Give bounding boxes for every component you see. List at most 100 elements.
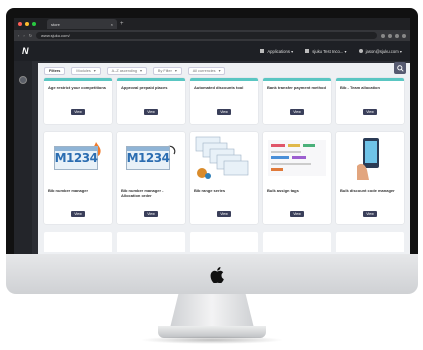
screen: store × + ‹ › ↻ www.sjuku.com/ N Applica… [14,18,410,254]
minimize-window-icon[interactable] [25,22,29,26]
module-thumbnail [263,132,331,184]
grid-icon [260,49,265,54]
user-menu[interactable]: jason@sjuku.com ▾ [358,48,402,54]
module-thumbnail: M1234 [44,132,112,184]
store-selector[interactable]: sjuku Test Inco... ▾ [305,48,347,54]
filter-bar: Filters Modules ▾ A–Z ascending ▾ By Filte… [38,63,410,78]
module-card [117,232,185,252]
chevron-down-icon: ▾ [174,69,177,73]
apple-logo-icon [210,267,224,283]
sidebar-toggle-button[interactable] [19,76,27,84]
module-card: Bank transfer payment method View [263,78,331,124]
bib-plate-image: M1234 [126,146,170,170]
view-button[interactable]: View [290,211,304,217]
module-title: Bank transfer payment method [267,85,326,90]
module-card: M1234 Bib number manager - Allocation or… [117,132,185,224]
chevron-down-icon: ▾ [218,69,221,73]
module-thumbnail [336,132,404,184]
filter-chip-sort[interactable]: A–Z ascending ▾ [106,66,147,75]
module-card: Age restrict your competitions View [44,78,112,124]
store-label: sjuku Test Inco... [312,48,344,54]
view-button[interactable]: View [363,109,377,115]
extension-icon[interactable] [395,33,399,38]
user-email: jason@sjuku.com [365,48,399,54]
view-button[interactable]: View [217,109,231,115]
module-thumbnail [190,132,258,184]
view-button[interactable]: View [217,211,231,217]
back-icon[interactable]: ‹ [18,33,19,38]
view-button[interactable]: View [363,211,377,217]
close-tab-icon[interactable]: × [111,22,113,27]
url-text: www.sjuku.com/ [41,33,70,38]
filter-chip-modules[interactable]: Modules ▾ [71,66,101,75]
header-menu: Applications ▾ sjuku Test Inco... ▾ jaso… [260,49,402,54]
module-card: Bulk assign tags View [263,132,331,224]
search-icon [396,64,404,72]
view-button[interactable]: View [144,211,158,217]
plate-strip [55,147,97,151]
bib-plate-image: M1234 [54,146,98,170]
filter-chip-filters[interactable]: Filters [44,66,66,75]
module-title: Automated discounts tool [194,85,244,90]
module-title: Bib number manager [48,188,89,193]
module-title: Age restrict your competitions [48,85,107,90]
chevron-down-icon: ▾ [93,69,96,73]
module-card: M1234 Bib number manager View [44,132,112,224]
filter-label: By Filter [157,68,172,73]
module-card: Bulk discount code manager View [336,132,404,224]
plate-text: M1234 [126,151,170,165]
phone-in-hand-image [357,138,379,180]
address-bar[interactable]: www.sjuku.com/ [36,32,377,39]
sidebar [14,61,32,254]
new-tab-icon[interactable]: + [120,21,124,27]
filter-label: Modules [76,68,91,73]
monitor-stand-neck [170,294,254,328]
filter-label: Filters [49,68,61,73]
view-button[interactable]: View [71,211,85,217]
maximize-window-icon[interactable] [32,22,36,26]
view-button[interactable]: View [290,109,304,115]
module-grid-row-2: M1234 Bib number manager View M1234 Bib … [38,132,410,224]
extension-icon[interactable] [388,33,392,38]
module-thumbnail: M1234 [117,132,185,184]
module-card: Bib range series View [190,132,258,224]
module-card: Approval prepaid places View [117,78,185,124]
view-button[interactable]: View [71,109,85,115]
module-grid-row-3 [38,224,410,252]
search-button[interactable] [394,62,406,74]
browser-toolbar: ‹ › ↻ www.sjuku.com/ [14,30,410,41]
plate-text: M1234 [54,151,98,165]
browser-tab[interactable]: store × [47,19,117,29]
module-card [336,232,404,252]
applications-label: Applications [267,48,290,54]
module-card [263,232,331,252]
extensions-area [381,33,406,38]
imac-mockup: store × + ‹ › ↻ www.sjuku.com/ N Applica… [0,0,423,350]
applications-menu[interactable]: Applications ▾ [260,49,293,54]
extension-icon[interactable] [381,33,385,38]
chevron-down-icon: ▾ [140,69,142,73]
plate-strip [127,147,169,151]
tab-title: store [51,21,60,27]
forward-icon[interactable]: › [23,33,24,38]
app-logo[interactable]: N [22,46,36,56]
module-card [44,232,112,252]
module-card: Automated discounts tool View [190,78,258,124]
module-title: Bib range series [194,188,226,193]
browser-tab-bar: store × + [14,18,410,30]
close-window-icon[interactable] [18,22,22,26]
view-button[interactable]: View [144,109,158,115]
filter-chip-currencies[interactable]: All currencies ▾ [187,66,226,75]
module-grid-row-1: Age restrict your competitions View Appro… [38,78,410,124]
filter-label: A–Z ascending [111,68,138,73]
reload-icon[interactable]: ↻ [29,33,32,38]
stand-shadow [140,336,284,344]
filter-chip-by-filter[interactable]: By Filter ▾ [152,66,182,75]
module-title: Bulk discount code manager [340,188,395,193]
profile-icon[interactable] [402,33,406,38]
module-title: Bib number manager - Allocation order [121,188,164,198]
main-content: Filters Modules ▾ A–Z ascending ▾ By Filte… [38,63,410,254]
module-title: Bib - Team allocation [340,85,380,90]
user-icon [358,49,363,54]
stacked-plates-image [195,136,249,179]
